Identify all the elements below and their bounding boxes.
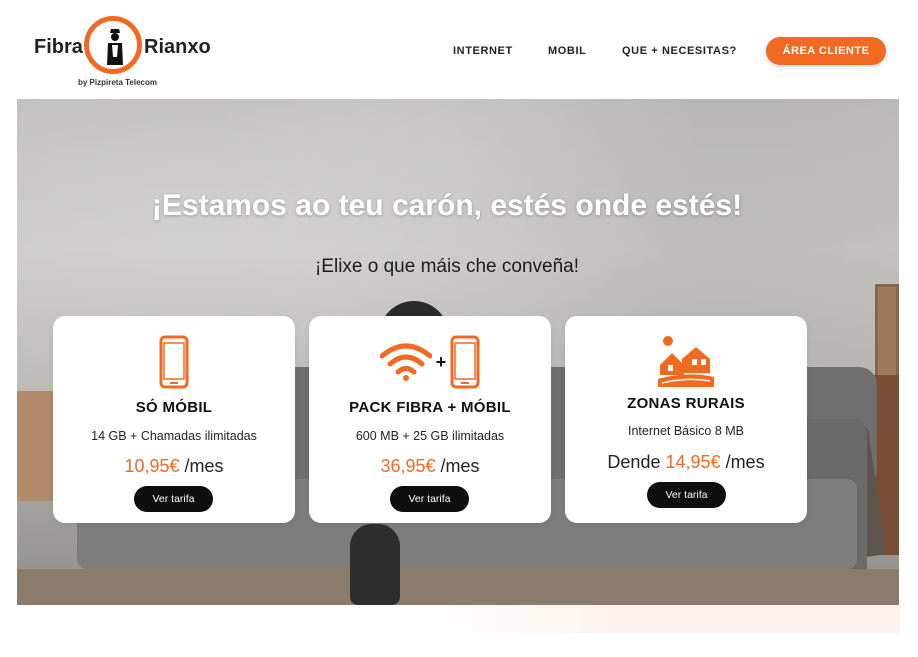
nav-que-necesitas[interactable]: QUE + NECESITAS? xyxy=(622,45,737,57)
basket xyxy=(17,391,55,501)
plan-card-pack-fibra-mobil: + PACK FIBRA + MÓBIL 600 MB + 25 GB ilim… xyxy=(309,316,551,523)
hero-subtitle: ¡Elixe o que máis che conveña! xyxy=(314,256,580,277)
price-amount: 36,95€ xyxy=(380,456,436,476)
rural-houses-icon xyxy=(565,334,807,390)
site-header: Fibra Rianxo by Pizpireta Telecom INTERN… xyxy=(0,0,918,99)
plan-price: 10,95€ /mes xyxy=(53,456,295,477)
price-amount: 10,95€ xyxy=(124,456,180,476)
logo-word-left: Fibra xyxy=(34,36,83,58)
floor xyxy=(17,569,899,605)
ver-tarifa-button[interactable]: Ver tarifa xyxy=(134,486,213,512)
plan-description: 600 MB + 25 GB ilimitadas xyxy=(355,429,505,443)
hero-title: ¡Estamos ao teu carón, estés onde estés! xyxy=(151,189,743,222)
plan-description: 14 GB + Chamadas ilimitadas xyxy=(91,429,257,443)
price-prefix: Dende xyxy=(607,452,661,472)
plus-sign: + xyxy=(435,351,447,372)
plan-description: Internet Básico 8 MB xyxy=(627,424,745,438)
nav-internet[interactable]: INTERNET xyxy=(453,45,513,57)
wifi-icon xyxy=(379,343,432,381)
mobile-phone-icon xyxy=(53,334,295,390)
plan-title: PACK FIBRA + MÓBIL xyxy=(349,399,511,416)
ver-tarifa-button[interactable]: Ver tarifa xyxy=(390,486,469,512)
logo[interactable]: Fibra Rianxo by Pizpireta Telecom xyxy=(34,14,214,90)
logo-figure-icon xyxy=(107,29,123,65)
plan-card-so-mobil: SÓ MÓBIL 14 GB + Chamadas ilimitadas 10,… xyxy=(53,316,295,523)
plan-title: ZONAS RURAIS xyxy=(627,395,745,412)
price-amount: 14,95€ xyxy=(665,452,721,472)
ver-tarifa-button[interactable]: Ver tarifa xyxy=(647,482,726,508)
price-period: /mes xyxy=(440,456,480,476)
logo-tagline: by Pizpireta Telecom xyxy=(78,78,157,87)
logo-emblem xyxy=(84,16,142,74)
price-period: /mes xyxy=(725,452,765,472)
wifi-plus-mobile-icon: + xyxy=(309,334,551,390)
mobile-phone-icon xyxy=(450,335,480,389)
plan-title: SÓ MÓBIL xyxy=(135,399,213,416)
nav-mobil[interactable]: MOBIL xyxy=(548,45,586,57)
vase xyxy=(350,524,400,605)
section-divider xyxy=(430,605,900,633)
logo-word-right: Rianxo xyxy=(144,36,211,58)
plan-card-zonas-rurais: ZONAS RURAIS Internet Básico 8 MB Dende … xyxy=(565,316,807,523)
price-period: /mes xyxy=(184,456,224,476)
plan-price: Dende 14,95€ /mes xyxy=(565,452,807,473)
plan-price: 36,95€ /mes xyxy=(309,456,551,477)
area-cliente-button[interactable]: ÁREA CLIENTE xyxy=(766,37,886,65)
wall-frame xyxy=(875,284,899,384)
